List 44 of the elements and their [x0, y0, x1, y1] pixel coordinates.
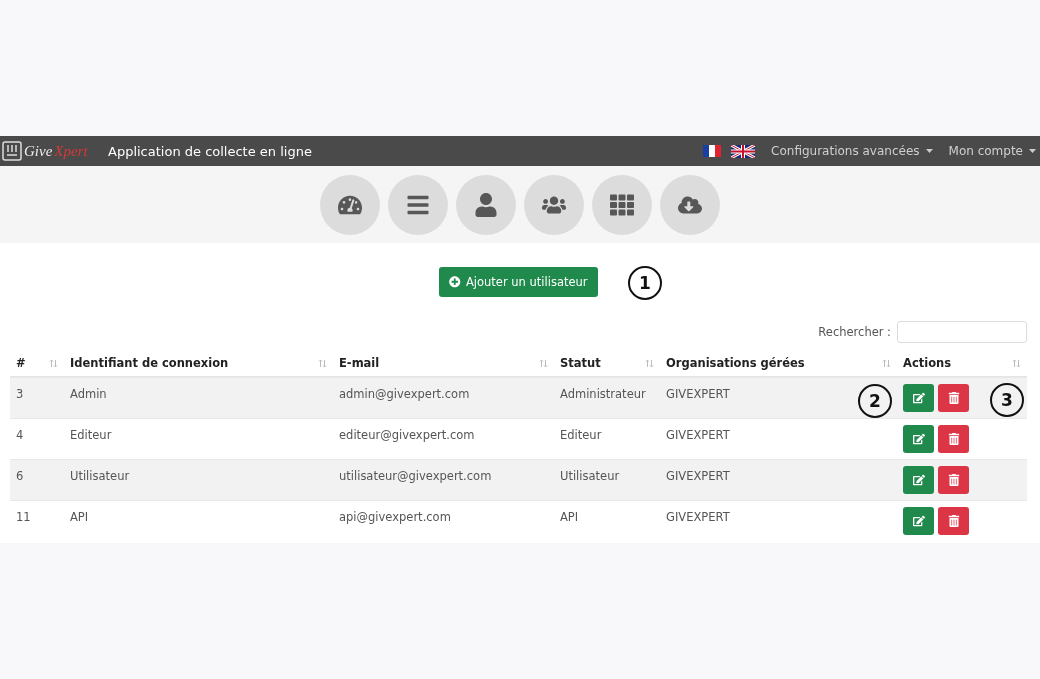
- edit-icon: [912, 515, 925, 527]
- caret-icon: [925, 149, 933, 153]
- trash-icon: [947, 515, 960, 527]
- delete-button[interactable]: [938, 466, 969, 494]
- callout-number: 1: [628, 266, 662, 300]
- grid-icon: [610, 192, 634, 217]
- callout-number: 3: [990, 383, 1024, 417]
- table-cell: Utilisateur: [554, 459, 660, 500]
- logo-icon: [2, 141, 22, 161]
- plus-icon: [449, 276, 461, 288]
- table-cell: utilisateur@givexpert.com: [333, 459, 554, 500]
- flag-icon[interactable]: [731, 144, 756, 158]
- trash-icon: [947, 474, 960, 486]
- add-user-button[interactable]: Ajouter un utilisateur: [439, 267, 598, 297]
- edit-button[interactable]: [903, 466, 934, 494]
- table-cell: 3: [10, 377, 64, 418]
- app-title: Application de collecte en ligne: [108, 143, 313, 159]
- edit-button[interactable]: [903, 384, 934, 412]
- search-label: Rechercher :: [818, 325, 891, 339]
- edit-icon: [912, 433, 925, 445]
- table-cell: Admin: [64, 377, 333, 418]
- brand-name: Give: [24, 142, 53, 160]
- table-cell: Utilisateur: [64, 459, 333, 500]
- delete-button[interactable]: [938, 507, 969, 535]
- flag-icon[interactable]: [703, 145, 722, 157]
- delete-button[interactable]: [938, 425, 969, 453]
- edit-icon: [912, 474, 925, 486]
- brand-name-accent: Xpert: [54, 142, 88, 160]
- nav-menu[interactable]: Configurations avancées: [771, 144, 933, 158]
- nav-menu[interactable]: Mon compte: [948, 144, 1036, 158]
- table-cell: Administrateur: [554, 377, 660, 418]
- callout-number: 2: [858, 384, 892, 418]
- table-cell: GIVEXPERT: [660, 459, 897, 500]
- edit-button[interactable]: [903, 507, 934, 535]
- caret-icon: [1029, 149, 1036, 153]
- edit-icon: [912, 392, 925, 404]
- trash-icon: [947, 392, 960, 404]
- trash-icon: [947, 433, 960, 445]
- search-field[interactable]: [897, 321, 1027, 343]
- table-cell: 6: [10, 459, 64, 500]
- table-cell: admin@givexpert.com: [333, 377, 554, 418]
- delete-button[interactable]: [938, 384, 969, 412]
- edit-button[interactable]: [903, 425, 934, 453]
- user-icon: [474, 192, 498, 217]
